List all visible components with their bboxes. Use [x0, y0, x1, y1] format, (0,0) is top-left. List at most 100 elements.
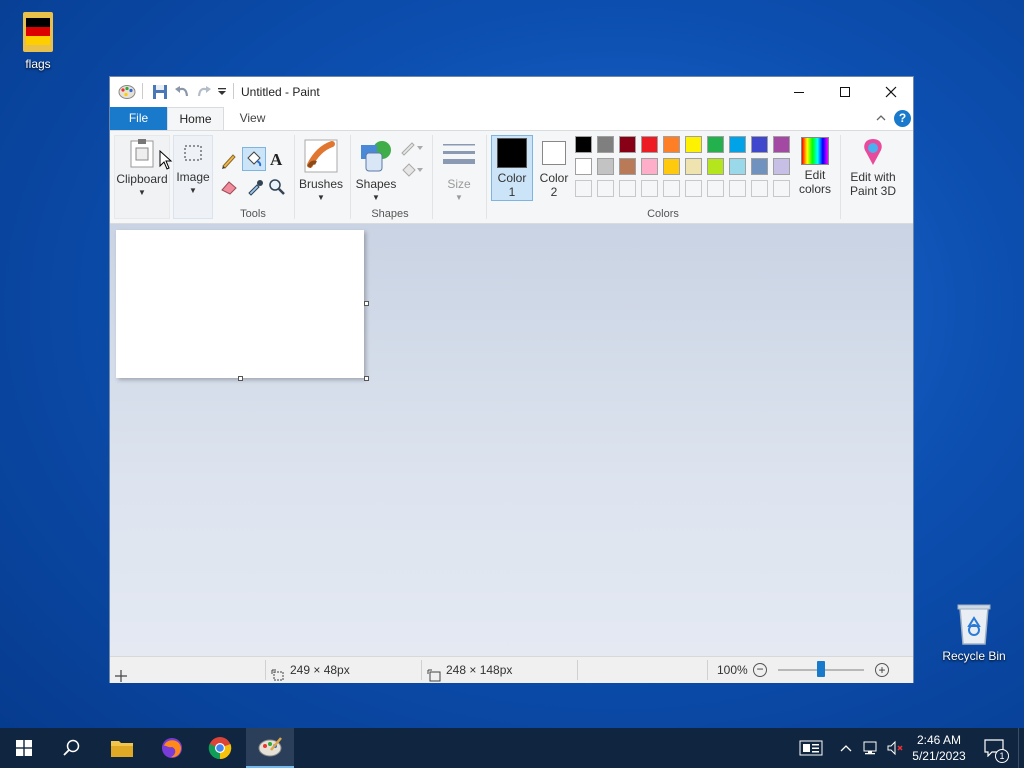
- edit-colors-line2: colors: [798, 182, 831, 196]
- image-button[interactable]: Image ▼: [173, 135, 213, 219]
- redo-icon[interactable]: [196, 84, 212, 100]
- color-picker-icon[interactable]: [246, 178, 264, 196]
- paint3d-line1: Edit with: [850, 170, 896, 184]
- pencil-icon[interactable]: [220, 151, 238, 169]
- size-label: Size: [447, 177, 471, 191]
- palette-swatch[interactable]: [575, 158, 592, 175]
- save-icon[interactable]: [152, 84, 168, 100]
- edit-colors-line1: Edit: [804, 168, 826, 182]
- volume-icon[interactable]: [884, 728, 906, 768]
- search-icon: [63, 739, 80, 756]
- shapes-button[interactable]: Shapes ▼: [353, 135, 399, 202]
- drawing-canvas[interactable]: [116, 230, 364, 378]
- taskbar-firefox[interactable]: [148, 728, 196, 768]
- minimize-icon: [794, 92, 804, 93]
- custom-color-slot[interactable]: [619, 180, 636, 197]
- cursor-position-icon: [115, 670, 127, 682]
- edit-colors-button[interactable]: Edit colors: [795, 135, 835, 196]
- collapse-ribbon-icon[interactable]: [875, 113, 887, 123]
- custom-color-slot[interactable]: [663, 180, 680, 197]
- text-icon[interactable]: A: [270, 150, 282, 170]
- palette-swatch[interactable]: [773, 158, 790, 175]
- color2-label-line1: Color: [539, 171, 569, 185]
- palette-swatch[interactable]: [597, 136, 614, 153]
- close-button[interactable]: [868, 77, 914, 107]
- chevron-down-icon: ▼: [138, 188, 146, 197]
- resize-handle-bottom[interactable]: [238, 376, 243, 381]
- palette-swatch[interactable]: [773, 136, 790, 153]
- palette-swatch[interactable]: [751, 158, 768, 175]
- custom-color-slot[interactable]: [751, 180, 768, 197]
- selection-size-icon: [271, 669, 284, 681]
- fill-icon: [402, 163, 423, 177]
- desktop-icon-flags[interactable]: flags: [0, 10, 76, 71]
- zoom-slider-thumb[interactable]: [817, 661, 825, 677]
- title-bar[interactable]: Untitled - Paint: [110, 77, 913, 107]
- notification-center-button[interactable]: 1: [978, 728, 1010, 768]
- palette-swatch[interactable]: [663, 158, 680, 175]
- taskbar-paint[interactable]: [246, 728, 294, 768]
- volume-muted-icon: [887, 740, 903, 756]
- clock[interactable]: 2:46 AM 5/21/2023: [908, 728, 970, 768]
- clock-date: 5/21/2023: [912, 749, 966, 763]
- tab-home[interactable]: Home: [167, 107, 224, 130]
- palette-swatch[interactable]: [575, 136, 592, 153]
- show-desktop-button[interactable]: [1018, 728, 1024, 768]
- eraser-icon[interactable]: [220, 179, 238, 195]
- minimize-button[interactable]: [776, 77, 822, 107]
- customize-arrow-icon[interactable]: [217, 87, 227, 97]
- desktop-icon-recycle-bin[interactable]: Recycle Bin: [936, 602, 1012, 663]
- clipboard-button[interactable]: Clipboard ▼: [114, 135, 170, 219]
- resize-handle-corner[interactable]: [364, 376, 369, 381]
- custom-color-slot[interactable]: [707, 180, 724, 197]
- palette-swatch[interactable]: [641, 136, 658, 153]
- tab-file[interactable]: File: [110, 107, 167, 130]
- palette-swatch[interactable]: [597, 158, 614, 175]
- canvas-workspace[interactable]: [110, 224, 913, 656]
- network-icon[interactable]: [860, 728, 882, 768]
- palette-swatch[interactable]: [685, 136, 702, 153]
- palette-swatch[interactable]: [751, 136, 768, 153]
- custom-color-slot[interactable]: [575, 180, 592, 197]
- custom-color-slot[interactable]: [729, 180, 746, 197]
- chrome-icon: [208, 737, 232, 760]
- palette-swatch[interactable]: [729, 136, 746, 153]
- tab-view[interactable]: View: [224, 107, 281, 130]
- palette-swatch[interactable]: [641, 158, 658, 175]
- group-label-tools: Tools: [240, 208, 266, 220]
- palette-swatch[interactable]: [619, 136, 636, 153]
- custom-color-slot[interactable]: [597, 180, 614, 197]
- taskbar-chrome[interactable]: [196, 728, 244, 768]
- palette-swatch[interactable]: [663, 136, 680, 153]
- custom-color-slot[interactable]: [773, 180, 790, 197]
- brushes-button[interactable]: Brushes ▼: [298, 135, 344, 202]
- paint-window: Untitled - Paint File Home View ? Clipbo…: [109, 76, 914, 683]
- news-widget-icon[interactable]: [796, 728, 826, 768]
- search-button[interactable]: [48, 728, 96, 768]
- magnifier-icon[interactable]: [268, 178, 286, 196]
- brush-icon: [304, 139, 338, 173]
- zoom-in-button[interactable]: +: [875, 663, 889, 677]
- color1-button[interactable]: Color 1: [491, 135, 533, 201]
- resize-handle-right[interactable]: [364, 301, 369, 306]
- zoom-out-button[interactable]: −: [753, 663, 767, 677]
- color2-button[interactable]: Color 2: [535, 135, 573, 199]
- show-hidden-icons-button[interactable]: [836, 728, 856, 768]
- palette-swatch[interactable]: [729, 158, 746, 175]
- maximize-button[interactable]: [822, 77, 868, 107]
- edit-with-paint3d-button[interactable]: Edit with Paint 3D: [845, 135, 901, 198]
- custom-color-slot[interactable]: [641, 180, 658, 197]
- palette-swatch[interactable]: [707, 158, 724, 175]
- clock-time: 2:46 AM: [916, 733, 962, 747]
- fill-tool-button[interactable]: [242, 147, 266, 171]
- custom-color-slot[interactable]: [685, 180, 702, 197]
- help-icon[interactable]: ?: [894, 110, 911, 127]
- taskbar-file-explorer[interactable]: [98, 728, 146, 768]
- canvas-size-icon: [427, 669, 441, 682]
- undo-icon[interactable]: [174, 84, 190, 100]
- ribbon-tabs: File Home View ?: [110, 107, 913, 130]
- palette-swatch[interactable]: [707, 136, 724, 153]
- palette-swatch[interactable]: [685, 158, 702, 175]
- start-button[interactable]: [0, 728, 48, 768]
- palette-swatch[interactable]: [619, 158, 636, 175]
